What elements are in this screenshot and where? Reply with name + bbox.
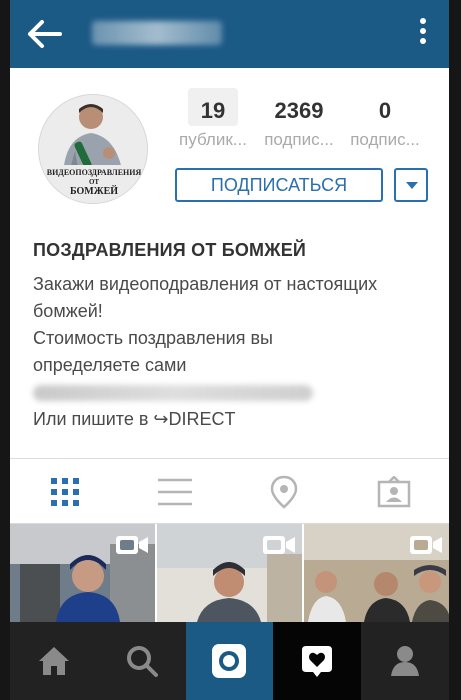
post-thumbnail[interactable]	[10, 524, 155, 622]
nav-search[interactable]	[98, 622, 186, 700]
device-frame-left	[0, 0, 10, 700]
camera-icon	[212, 644, 247, 678]
tagged-user-icon	[377, 475, 411, 507]
bio-line-redacted	[33, 385, 313, 401]
video-icon	[116, 536, 148, 554]
post-thumbnail[interactable]	[304, 524, 449, 622]
suggestions-dropdown-button[interactable]	[394, 168, 428, 202]
chevron-down-icon	[406, 182, 418, 189]
bio-line: определяете сами	[33, 355, 187, 375]
more-options-button[interactable]	[411, 14, 435, 54]
video-icon	[410, 536, 442, 554]
list-icon	[157, 478, 192, 505]
avatar-caption-2: ОТ	[89, 178, 99, 186]
nav-activity[interactable]	[273, 622, 362, 700]
profile-username: bomzh	[92, 21, 222, 45]
video-icon	[263, 536, 295, 554]
stat-followers-value: 2369	[274, 98, 324, 123]
bio-line: Или пишите в ↪DIRECT	[33, 409, 236, 429]
stat-posts-label: публик...	[179, 130, 247, 149]
grid-icon	[50, 477, 79, 506]
profile-full-name: ПОЗДРАВЛЕНИЯ ОТ БОМЖЕЙ	[33, 240, 307, 260]
avatar[interactable]: ВИДЕОПОЗДРАВЛЕНИЯ ОТ БОМЖЕЙ	[38, 94, 148, 204]
stat-following-label: подпис...	[350, 130, 420, 149]
profile-icon	[391, 646, 420, 676]
stat-following-value: 0	[378, 98, 392, 123]
profile-stats: 19 публик... 2369 подпис... 0 подпис...	[170, 88, 430, 150]
stat-following[interactable]: 0 подпис...	[342, 98, 428, 150]
bottom-navigation	[10, 622, 449, 700]
home-icon	[38, 647, 69, 675]
profile-bio: Закажи видеоподравления от настоящих бом…	[33, 271, 433, 433]
search-icon	[126, 646, 158, 677]
post-thumbnail[interactable]	[157, 524, 302, 622]
avatar-caption-1: ВИДЕОПОЗДРАВЛЕНИЯ	[47, 168, 142, 177]
avatar-caption-3: БОМЖЕЙ	[70, 185, 118, 197]
follow-button[interactable]: ПОДПИСАТЬСЯ	[175, 168, 383, 202]
back-button[interactable]	[16, 12, 72, 56]
bio-line: Закажи видеоподравления от настоящих	[33, 274, 378, 294]
stat-posts-value: 19	[188, 88, 238, 126]
stat-followers-label: подпис...	[264, 130, 334, 149]
post-grid	[10, 524, 449, 622]
top-bar: bomzh	[10, 0, 449, 68]
bio-line: Стоимость поздравления вы	[33, 328, 273, 348]
stat-posts[interactable]: 19 публик...	[170, 88, 256, 150]
arrow-left-icon	[28, 20, 62, 48]
nav-home[interactable]	[10, 622, 98, 700]
tab-grid[interactable]	[10, 459, 120, 524]
location-pin-icon	[271, 475, 298, 509]
activity-heart-icon	[302, 646, 333, 677]
tab-location[interactable]	[230, 459, 340, 524]
more-vertical-icon	[420, 18, 426, 24]
tab-tagged[interactable]	[339, 459, 449, 524]
profile-header: ВИДЕОПОЗДРАВЛЕНИЯ ОТ БОМЖЕЙ 19 публик...…	[10, 68, 449, 458]
device-frame-right	[449, 0, 461, 700]
nav-profile[interactable]	[361, 622, 449, 700]
bio-line: бомжей!	[33, 301, 103, 321]
nav-camera[interactable]	[185, 622, 274, 700]
profile-view-tabs	[10, 459, 449, 524]
tab-list[interactable]	[120, 459, 230, 524]
stat-followers[interactable]: 2369 подпис...	[256, 98, 342, 150]
